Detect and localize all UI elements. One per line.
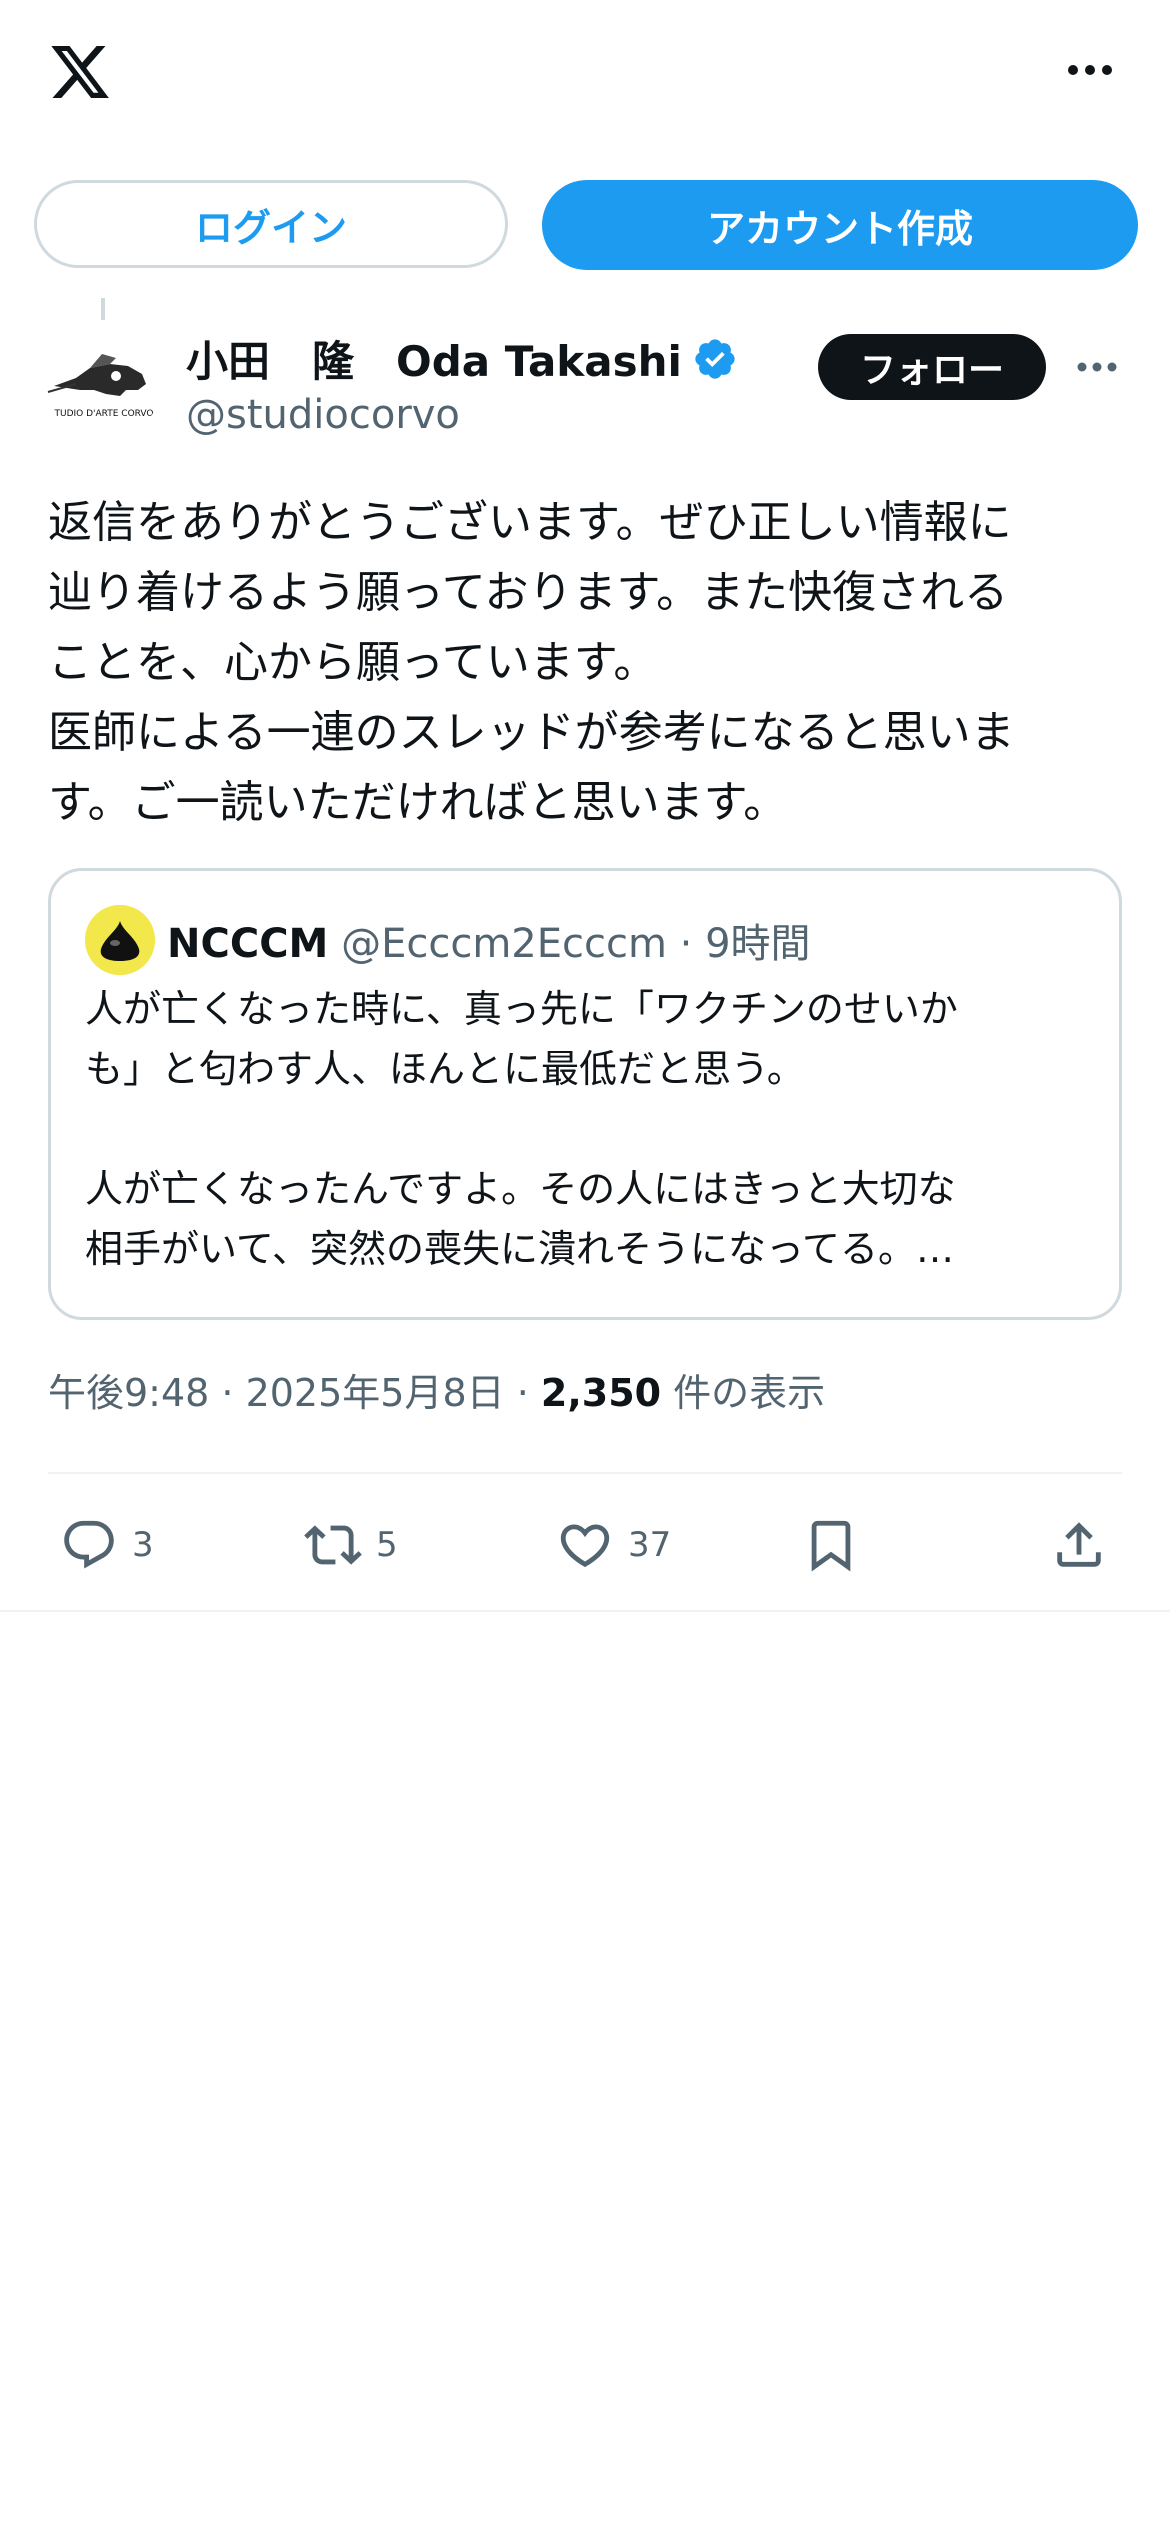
reply-icon	[64, 1520, 114, 1569]
share-button[interactable]	[1050, 1500, 1108, 1590]
quoted-author-name: NCCCM	[167, 921, 329, 967]
quoted-post-header: NCCCM @Ecccm2Ecccm · 9時間	[167, 911, 811, 969]
verified-badge-icon	[695, 338, 735, 379]
author-name[interactable]: 小田 隆 Oda Takashi	[186, 328, 738, 389]
quoted-post-text: 人が亡くなった時に、真っ先に「ワクチンのせいか も」と匂わす人、ほんとに最低だと…	[85, 987, 958, 1271]
author-name-text: 小田 隆 Oda Takashi	[186, 337, 682, 386]
repost-count: 5	[376, 1525, 398, 1565]
reply-button[interactable]: 3	[60, 1500, 154, 1590]
svg-text:TUDIO D'ARTE CORVO: TUDIO D'ARTE CORVO	[53, 409, 153, 419]
x-logo-icon[interactable]	[46, 40, 114, 104]
repost-icon	[304, 1525, 362, 1565]
avatar[interactable]: TUDIO D'ARTE CORVO	[46, 324, 162, 440]
slime-icon	[85, 905, 155, 975]
author-handle[interactable]: @studiocorvo	[186, 392, 460, 438]
more-horizontal-icon[interactable]	[1076, 360, 1118, 374]
view-count: 2,350	[540, 1371, 662, 1415]
divider	[0, 1610, 1170, 1612]
bookmark-button[interactable]	[802, 1500, 860, 1590]
skull-logo-image: TUDIO D'ARTE CORVO	[46, 324, 162, 440]
like-count: 37	[628, 1525, 672, 1565]
create-account-button[interactable]: アカウント作成	[542, 180, 1138, 270]
top-bar	[0, 0, 1170, 150]
post-timestamp[interactable]: 午後9:48 · 2025年5月8日 ·	[48, 1371, 541, 1415]
auth-buttons: ログイン アカウント作成	[0, 180, 1170, 272]
quoted-post-card[interactable]: NCCCM @Ecccm2Ecccm · 9時間 人が亡くなった時に、真っ先に「…	[48, 868, 1122, 1320]
share-icon	[1057, 1522, 1101, 1567]
reply-count: 3	[132, 1525, 154, 1565]
thread-connector-line	[101, 298, 105, 320]
like-button[interactable]: 37	[556, 1500, 671, 1590]
view-count-label: 件の表示	[661, 1371, 826, 1415]
login-button[interactable]: ログイン	[34, 180, 508, 268]
post-text: 返信をありがとうございます。ぜひ正しい情報に 辿り着けるよう願っております。また…	[48, 497, 1015, 828]
repost-button[interactable]: 5	[304, 1500, 398, 1590]
quoted-author-handle-time: @Ecccm2Ecccm · 9時間	[341, 921, 811, 967]
divider	[48, 1472, 1122, 1474]
heart-icon	[560, 1524, 610, 1568]
post-metadata: 午後9:48 · 2025年5月8日 · 2,350 件の表示	[48, 1362, 825, 1417]
action-bar: 3 5 37	[0, 1500, 1170, 1590]
bookmark-icon	[811, 1520, 851, 1572]
more-horizontal-icon[interactable]	[1066, 60, 1114, 80]
quoted-avatar	[85, 905, 155, 975]
follow-button[interactable]: フォロー	[818, 334, 1046, 400]
